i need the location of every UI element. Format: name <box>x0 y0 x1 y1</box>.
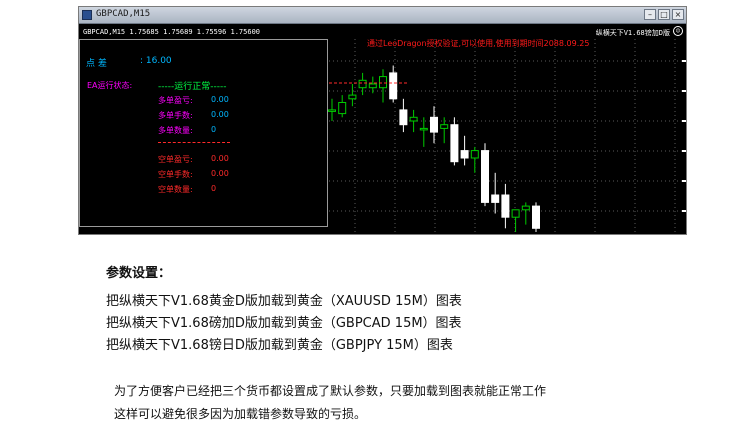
candle-body <box>379 76 387 89</box>
candle-body <box>501 194 510 218</box>
buy-lots-value: 0.00 <box>211 110 229 119</box>
candle-body <box>358 79 367 89</box>
symbol-info: GBPCAD,M15 1.75685 1.75689 1.75596 1.756… <box>83 28 261 36</box>
price-axis-tick <box>682 210 686 212</box>
panel-divider <box>158 142 230 143</box>
candle-body <box>470 150 479 159</box>
candle-body <box>481 150 489 203</box>
price-axis-tick <box>682 180 686 182</box>
chart-info-bar: GBPCAD,M15 1.75685 1.75689 1.75596 1.756… <box>79 25 686 39</box>
candle-body <box>460 150 469 159</box>
candle-body <box>532 205 540 229</box>
window-title: GBPCAD,M15 <box>96 9 151 19</box>
buy-profit-value: 0.00 <box>211 95 229 104</box>
ea-status-value: -----运行正常----- <box>158 82 227 92</box>
close-button[interactable]: × <box>672 9 684 20</box>
candle-body <box>521 205 530 211</box>
candle-body <box>419 127 428 131</box>
buy-profit-label: 多单盈亏: <box>158 96 193 105</box>
instruction-line-1: 把纵横天下V1.68黄金D版加载到黄金（XAUUSD 15M）图表 <box>106 294 462 309</box>
sell-lots-value: 0.00 <box>211 169 229 178</box>
candle-body <box>328 109 336 112</box>
chart-window[interactable]: GBPCAD,M15 – □ × GBPCAD,M15 1.75685 1.75… <box>78 6 687 235</box>
sell-count-label: 空单数量: <box>158 185 193 194</box>
price-axis-tick <box>682 120 686 122</box>
maximize-button[interactable]: □ <box>658 9 670 20</box>
buy-count-label: 多单数量: <box>158 126 193 135</box>
buy-count-value: 0 <box>211 125 217 134</box>
price-axis-tick <box>682 150 686 152</box>
window-titlebar[interactable]: GBPCAD,M15 – □ × <box>79 7 686 24</box>
note-line-2: 这样可以避免很多因为加载错参数导致的亏损。 <box>114 407 367 421</box>
section-header: 参数设置： <box>106 266 172 281</box>
spread-value: : 16.00 <box>140 56 172 66</box>
price-axis-tick <box>682 90 686 92</box>
ea-info-panel: 点 差 : 16.00 EA运行状态: -----运行正常----- 多单盈亏:… <box>79 39 328 227</box>
candle-body <box>511 209 520 218</box>
candle-body <box>399 109 408 126</box>
sell-profit-value: 0.00 <box>211 154 229 163</box>
candle-body <box>348 94 357 100</box>
buy-lots-label: 多单手数: <box>158 111 193 120</box>
candle-body <box>338 102 347 115</box>
instruction-line-2: 把纵横天下V1.68磅加D版加载到黄金（GBPCAD 15M）图表 <box>106 316 462 331</box>
sell-count-value: 0 <box>211 184 217 193</box>
instruction-line-3: 把纵横天下V1.68镑日D版加载到黄金（GBPJPY 15M）图表 <box>106 338 453 353</box>
spread-label: 点 差 <box>86 59 107 69</box>
candle-body <box>491 194 500 203</box>
candle-body <box>440 124 449 129</box>
smiley-icon: ☺ <box>673 26 683 36</box>
sell-profit-label: 空单盈亏: <box>158 155 193 164</box>
candle-body <box>450 124 459 163</box>
expert-advisor-label: 纵横天下V1.68镑加D版 <box>595 29 670 37</box>
candle-body <box>409 116 418 122</box>
chart-window-icon <box>82 10 92 20</box>
minimize-button[interactable]: – <box>644 9 656 20</box>
note-line-1: 为了方便客户已经把三个货币都设置成了默认参数，只要加载到图表就能正常工作 <box>114 384 547 398</box>
license-watermark: 通过LeoDragon授权验证,可以使用,使用到期时间2088.09.25 <box>367 39 590 48</box>
candle-body <box>430 116 438 133</box>
sell-lots-label: 空单手数: <box>158 170 193 179</box>
price-axis-tick <box>682 60 686 62</box>
candle-body <box>389 72 398 100</box>
candle-body <box>368 83 377 89</box>
ea-status-label: EA运行状态: <box>87 81 133 90</box>
